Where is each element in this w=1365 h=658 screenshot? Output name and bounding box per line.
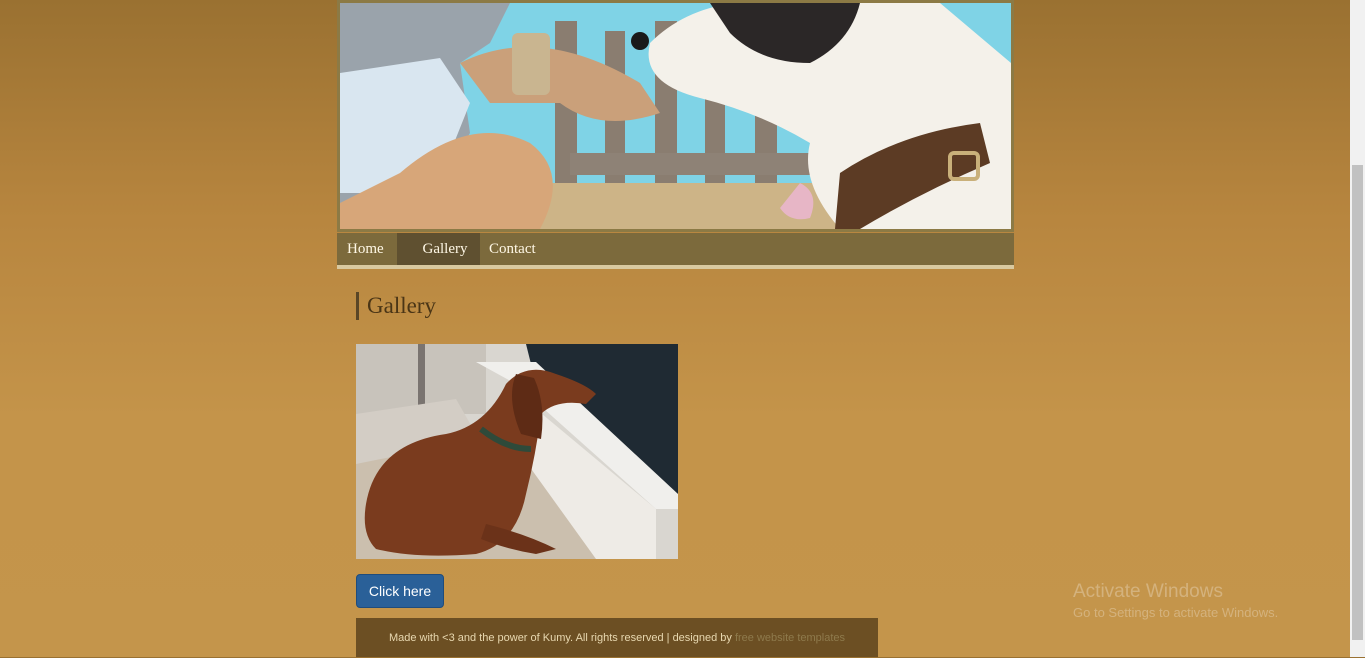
footer-credit-text: Made with <3 and the power of Kumy. All … [388, 632, 735, 644]
vertical-scrollbar[interactable] [1350, 0, 1365, 657]
gallery-photo-dog [356, 344, 678, 559]
watermark-title: Activate Windows [1073, 581, 1223, 602]
nav-contact-link[interactable]: Contact [489, 233, 536, 265]
site-footer: Made with <3 and the power of Kumy. All … [356, 618, 878, 657]
windows-activation-watermark: Activate Windows Go to Settings to activ… [1073, 580, 1278, 622]
main-navigation: Home Gallery Contact [337, 233, 1014, 269]
footer-templates-link[interactable]: free website templates [735, 632, 845, 644]
nav-gallery-label: Gallery [422, 241, 468, 257]
scrollbar-thumb[interactable] [1352, 165, 1363, 640]
nav-home-link[interactable]: Home [347, 233, 384, 265]
page-title: Gallery [356, 292, 436, 320]
nav-gallery-link[interactable]: Gallery [397, 233, 480, 265]
watermark-subtitle: Go to Settings to activate Windows. [1073, 605, 1279, 620]
header-banner-image [337, 0, 1014, 232]
click-here-button[interactable]: Click here [356, 574, 444, 608]
